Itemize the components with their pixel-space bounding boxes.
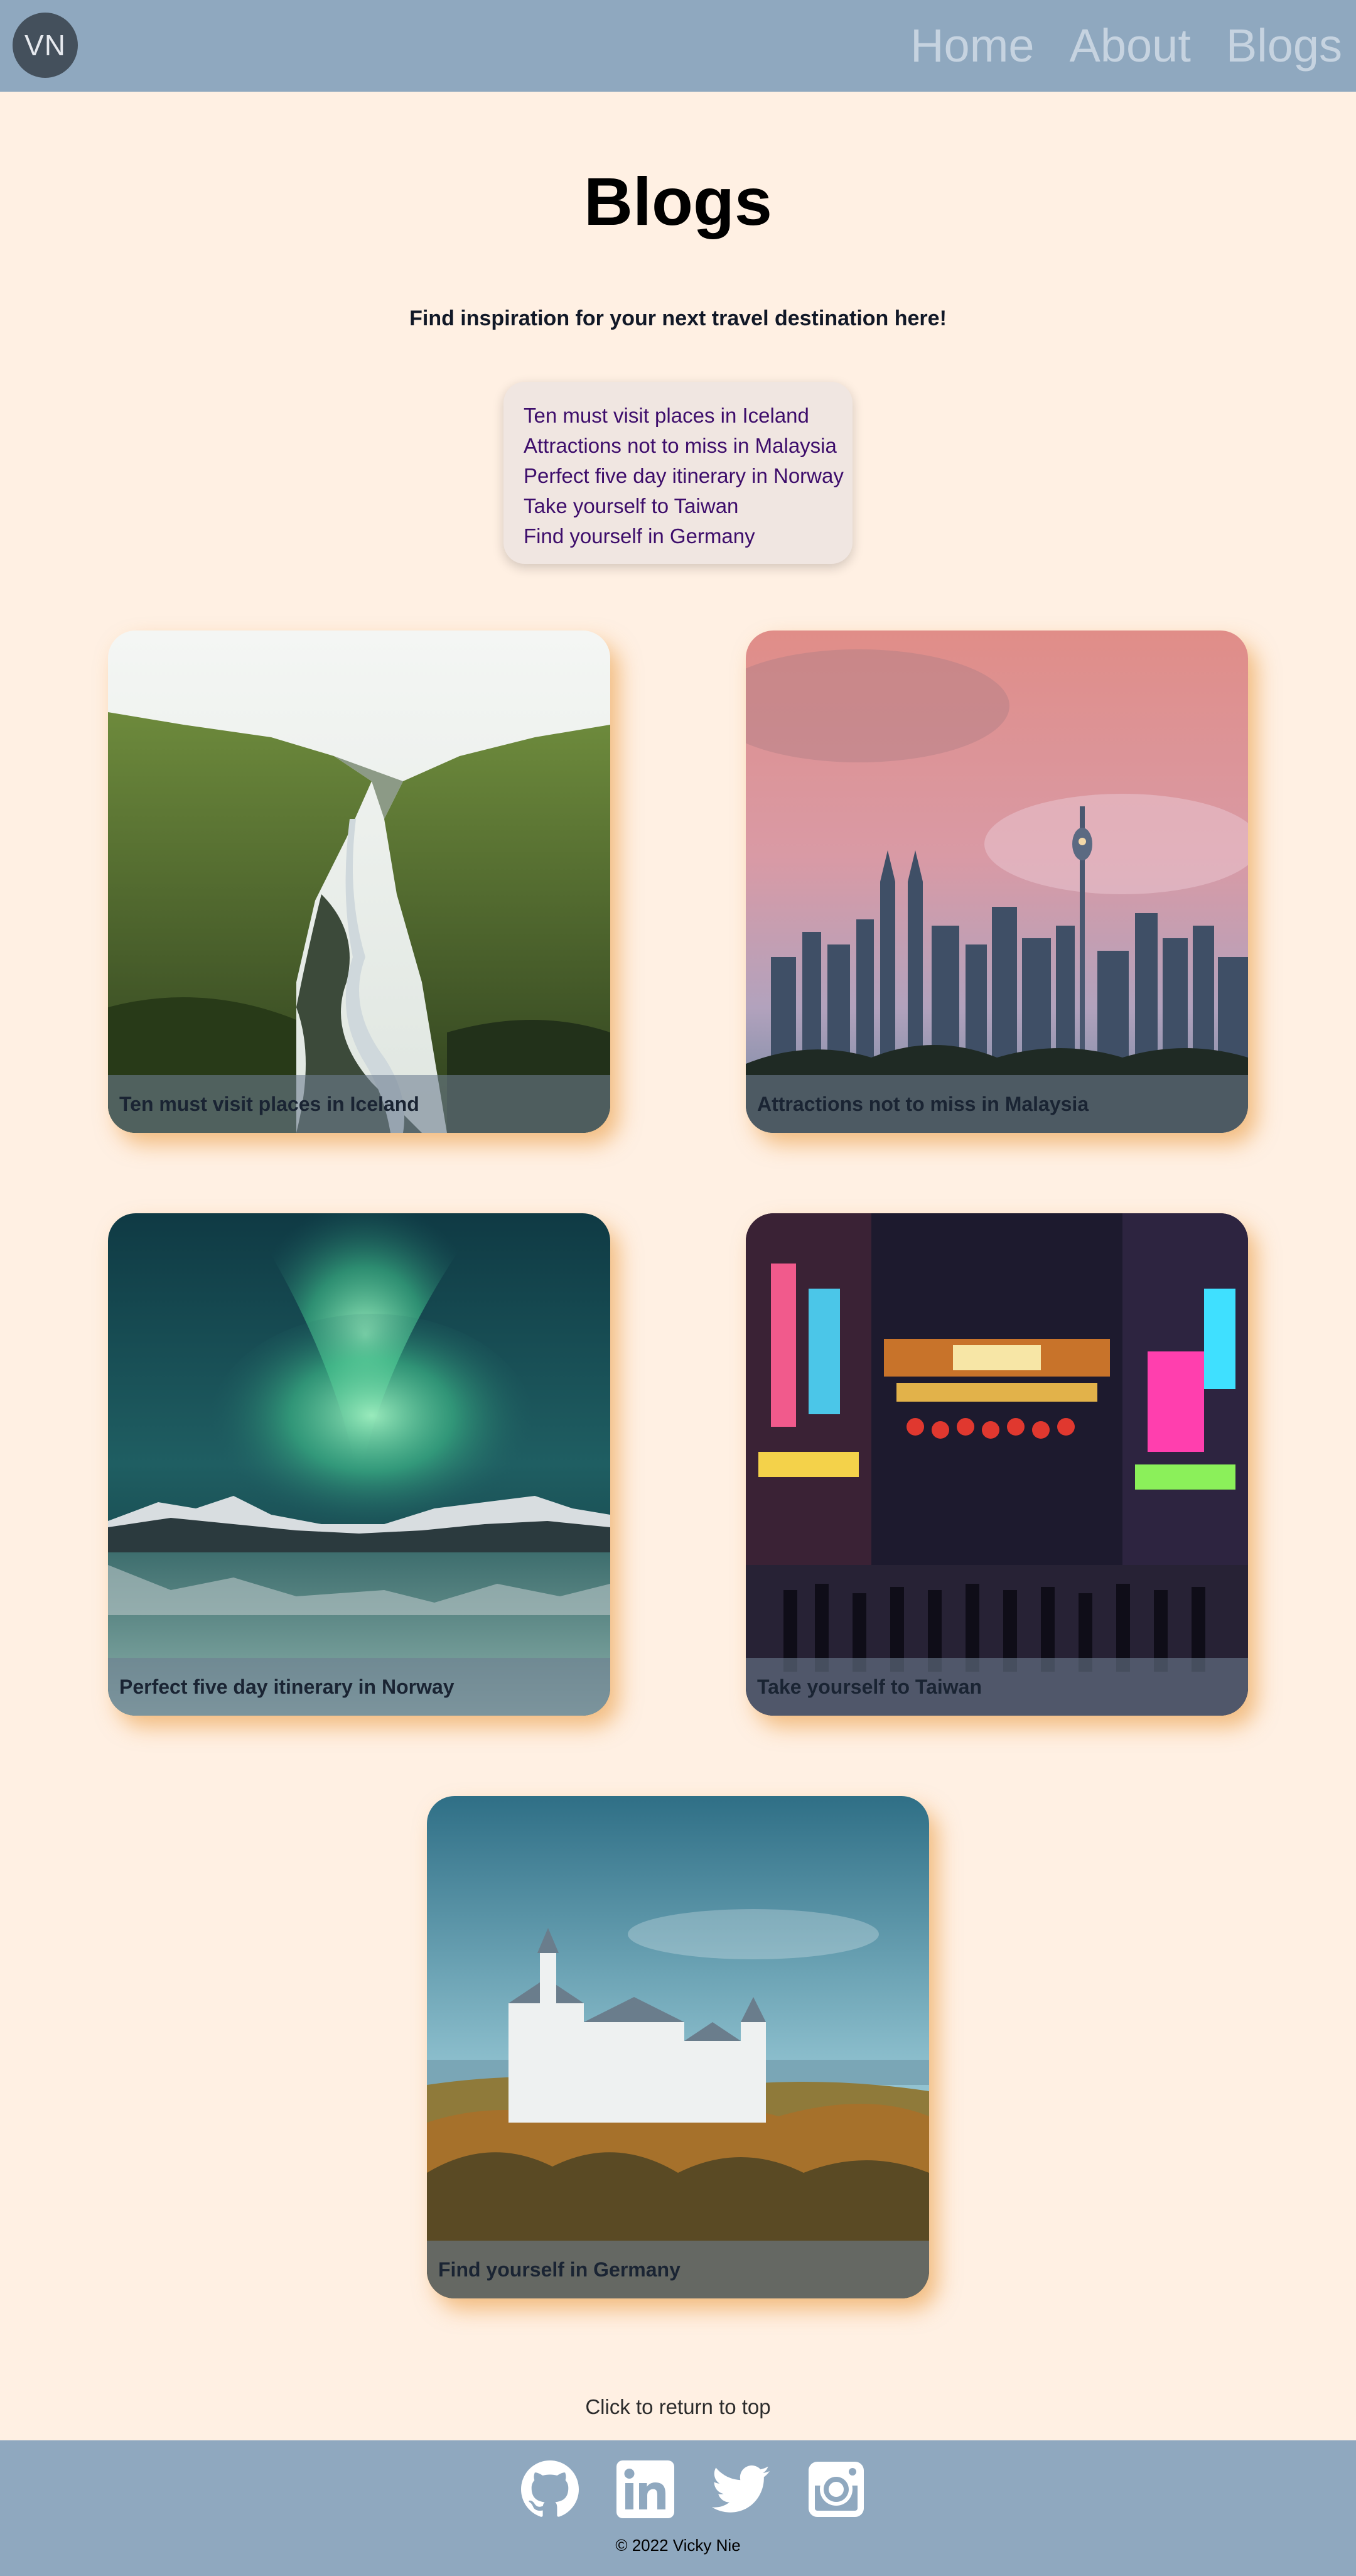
nav-blogs-link[interactable]: Blogs bbox=[1226, 18, 1342, 74]
top-navbar: VN Home About Blogs bbox=[0, 0, 1356, 92]
nav-about-link[interactable]: About bbox=[1070, 18, 1191, 74]
card-caption: Attractions not to miss in Malaysia bbox=[746, 1075, 1248, 1133]
github-icon[interactable] bbox=[519, 2458, 581, 2521]
blog-card-malaysia[interactable]: Attractions not to miss in Malaysia bbox=[746, 630, 1248, 1133]
kuala-lumpur-skyline-sunset-photo bbox=[746, 630, 1248, 1133]
neon-night-market-street-photo bbox=[746, 1213, 1248, 1716]
copyright-text: © 2022 Vicky Nie bbox=[615, 2536, 741, 2555]
page: VN Home About Blogs Blogs Find inspirati… bbox=[0, 0, 1356, 2576]
card-caption: Perfect five day itinerary in Norway bbox=[108, 1658, 610, 1716]
instagram-icon[interactable] bbox=[805, 2458, 868, 2521]
main-content: Blogs Find inspiration for your next tra… bbox=[0, 92, 1356, 2440]
blog-link-iceland[interactable]: Ten must visit places in Iceland bbox=[524, 401, 853, 431]
nav-menu: Home About Blogs bbox=[910, 18, 1342, 74]
page-subtitle: Find inspiration for your next travel de… bbox=[409, 306, 947, 330]
card-caption: Ten must visit places in Iceland bbox=[108, 1075, 610, 1133]
blog-card-norway[interactable]: Perfect five day itinerary in Norway bbox=[108, 1213, 610, 1716]
site-logo[interactable]: VN bbox=[13, 13, 78, 78]
blog-card-taiwan[interactable]: Take yourself to Taiwan bbox=[746, 1213, 1248, 1716]
castle-on-forest-hill-photo bbox=[427, 1796, 929, 2298]
nav-home-link[interactable]: Home bbox=[910, 18, 1034, 74]
page-title: Blogs bbox=[583, 163, 772, 239]
blog-index-list: Ten must visit places in Iceland Attract… bbox=[503, 382, 853, 564]
blog-card-iceland[interactable]: Ten must visit places in Iceland bbox=[108, 630, 610, 1133]
social-links bbox=[519, 2458, 868, 2521]
return-to-top-link[interactable]: Click to return to top bbox=[0, 2395, 1356, 2419]
blog-link-germany[interactable]: Find yourself in Germany bbox=[524, 521, 853, 551]
northern-lights-lake-photo bbox=[108, 1213, 610, 1716]
footer: © 2022 Vicky Nie bbox=[0, 2440, 1356, 2576]
blog-card-germany[interactable]: Find yourself in Germany bbox=[427, 1796, 929, 2298]
blog-link-taiwan[interactable]: Take yourself to Taiwan bbox=[524, 491, 853, 521]
icelandic-canyon-river-photo bbox=[108, 630, 610, 1133]
linkedin-icon[interactable] bbox=[614, 2458, 677, 2521]
twitter-icon[interactable] bbox=[709, 2458, 772, 2521]
card-caption: Take yourself to Taiwan bbox=[746, 1658, 1248, 1716]
card-caption: Find yourself in Germany bbox=[427, 2241, 929, 2298]
blog-link-norway[interactable]: Perfect five day itinerary in Norway bbox=[524, 461, 853, 491]
blog-link-malaysia[interactable]: Attractions not to miss in Malaysia bbox=[524, 431, 853, 461]
